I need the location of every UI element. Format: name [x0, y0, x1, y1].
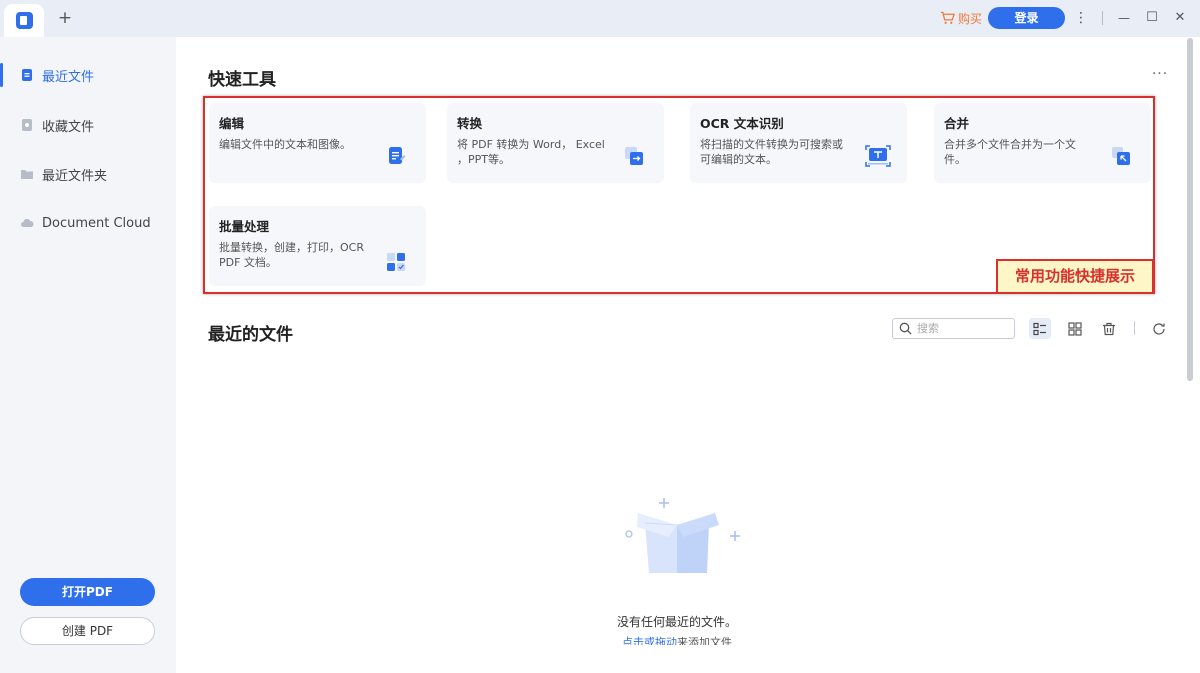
new-tab-button[interactable]: +	[56, 9, 74, 27]
list-view-icon	[1033, 322, 1046, 335]
annotation-callout: 常用功能快捷展示	[996, 259, 1154, 294]
grid-view-button[interactable]	[1064, 318, 1086, 339]
edit-doc-icon	[389, 147, 406, 164]
refresh-button[interactable]	[1148, 318, 1170, 339]
open-pdf-button[interactable]: 打开PDF	[20, 578, 155, 606]
tool-card-edit[interactable]: 编辑 编辑文件中的文本和图像。	[209, 103, 426, 183]
tool-title: 合并	[944, 116, 970, 131]
ocr-scan-icon	[865, 145, 891, 167]
convert-icon	[625, 147, 643, 165]
empty-box-illustration-icon	[625, 498, 740, 573]
buy-button[interactable]: 购买	[940, 9, 982, 27]
search-input[interactable]	[917, 322, 1007, 335]
trash-icon	[1103, 322, 1115, 335]
folder-icon	[21, 170, 33, 179]
sidebar-item-document-cloud[interactable]: Document Cloud	[0, 209, 176, 237]
tool-title: 转换	[457, 116, 483, 131]
batch-icon	[387, 253, 405, 271]
title-bar: + 购买 登录 ⋮ — ☐ ✕	[0, 0, 1200, 37]
vertical-scrollbar[interactable]	[1187, 38, 1193, 381]
buy-label: 购买	[958, 11, 983, 26]
tool-title: OCR 文本识别	[700, 116, 784, 131]
login-button[interactable]: 登录	[988, 7, 1065, 29]
app-home-tab[interactable]	[4, 4, 44, 37]
sidebar: 最近文件 收藏文件 最近文件夹 Document Cloud 打开PDF 创建 …	[0, 37, 176, 673]
grid-view-icon	[1068, 321, 1082, 336]
recent-file-icon	[22, 69, 32, 81]
tool-card-merge[interactable]: 合并 合并多个文件合并为一个文件。	[934, 103, 1151, 183]
quick-tools-title: 快速工具	[208, 70, 276, 90]
cart-icon	[940, 11, 955, 24]
tool-desc: 将扫描的文件转换为可搜索或可编辑的文本。	[700, 138, 843, 166]
maximize-button[interactable]: ☐	[1143, 9, 1161, 27]
empty-state-text: 没有任何最近的文件。	[616, 615, 737, 629]
tool-card-convert[interactable]: 转换 将 PDF 转换为 Word， Excel ，PPT等。	[447, 103, 664, 183]
empty-state-hint: 点击或拖动来添加文件	[560, 636, 794, 645]
close-button[interactable]: ✕	[1171, 9, 1189, 27]
tool-title: 编辑	[219, 116, 245, 131]
tool-desc: 将 PDF 转换为 Word， Excel ，PPT等。	[457, 138, 605, 166]
sidebar-item-recent-folders[interactable]: 最近文件夹	[0, 160, 176, 188]
more-menu-button[interactable]: ⋮	[1072, 9, 1090, 27]
tool-desc: 合并多个文件合并为一个文件。	[944, 138, 1076, 166]
active-indicator	[0, 63, 3, 87]
search-box[interactable]	[892, 318, 1015, 339]
tool-card-batch[interactable]: 批量处理 批量转换，创建，打印，OCR PDF 文档。	[209, 206, 426, 286]
refresh-icon	[1153, 322, 1165, 335]
cloud-icon	[21, 219, 34, 227]
more-options-button[interactable]: ···	[1150, 66, 1170, 82]
list-view-button[interactable]	[1029, 318, 1051, 339]
star-file-icon	[22, 119, 32, 131]
add-files-link[interactable]: 点击或拖动	[622, 636, 677, 645]
search-icon	[899, 322, 912, 335]
hint-text: 来添加文件	[677, 636, 732, 645]
sidebar-item-label: 最近文件	[42, 69, 95, 85]
sidebar-item-favorites[interactable]: 收藏文件	[0, 111, 176, 139]
minimize-button[interactable]: —	[1115, 9, 1133, 27]
tool-desc: 编辑文件中的文本和图像。	[219, 138, 351, 151]
clear-history-button[interactable]	[1098, 318, 1120, 339]
titlebar-divider	[1102, 11, 1103, 25]
app-logo-icon	[16, 12, 33, 29]
merge-icon	[1112, 147, 1130, 165]
tool-card-ocr[interactable]: OCR 文本识别 将扫描的文件转换为可搜索或可编辑的文本。	[690, 103, 907, 183]
toolbar-divider	[1134, 321, 1135, 335]
create-pdf-button[interactable]: 创建 PDF	[20, 617, 155, 645]
sidebar-item-recent-files[interactable]: 最近文件	[0, 61, 176, 89]
tool-desc: 批量转换，创建，打印，OCR PDF 文档。	[219, 241, 364, 269]
recent-files-title: 最近的文件	[208, 325, 293, 345]
tool-title: 批量处理	[219, 219, 270, 234]
sidebar-item-label: 最近文件夹	[42, 168, 108, 184]
sidebar-item-label: 收藏文件	[42, 119, 95, 135]
sidebar-item-label: Document Cloud	[42, 215, 151, 231]
